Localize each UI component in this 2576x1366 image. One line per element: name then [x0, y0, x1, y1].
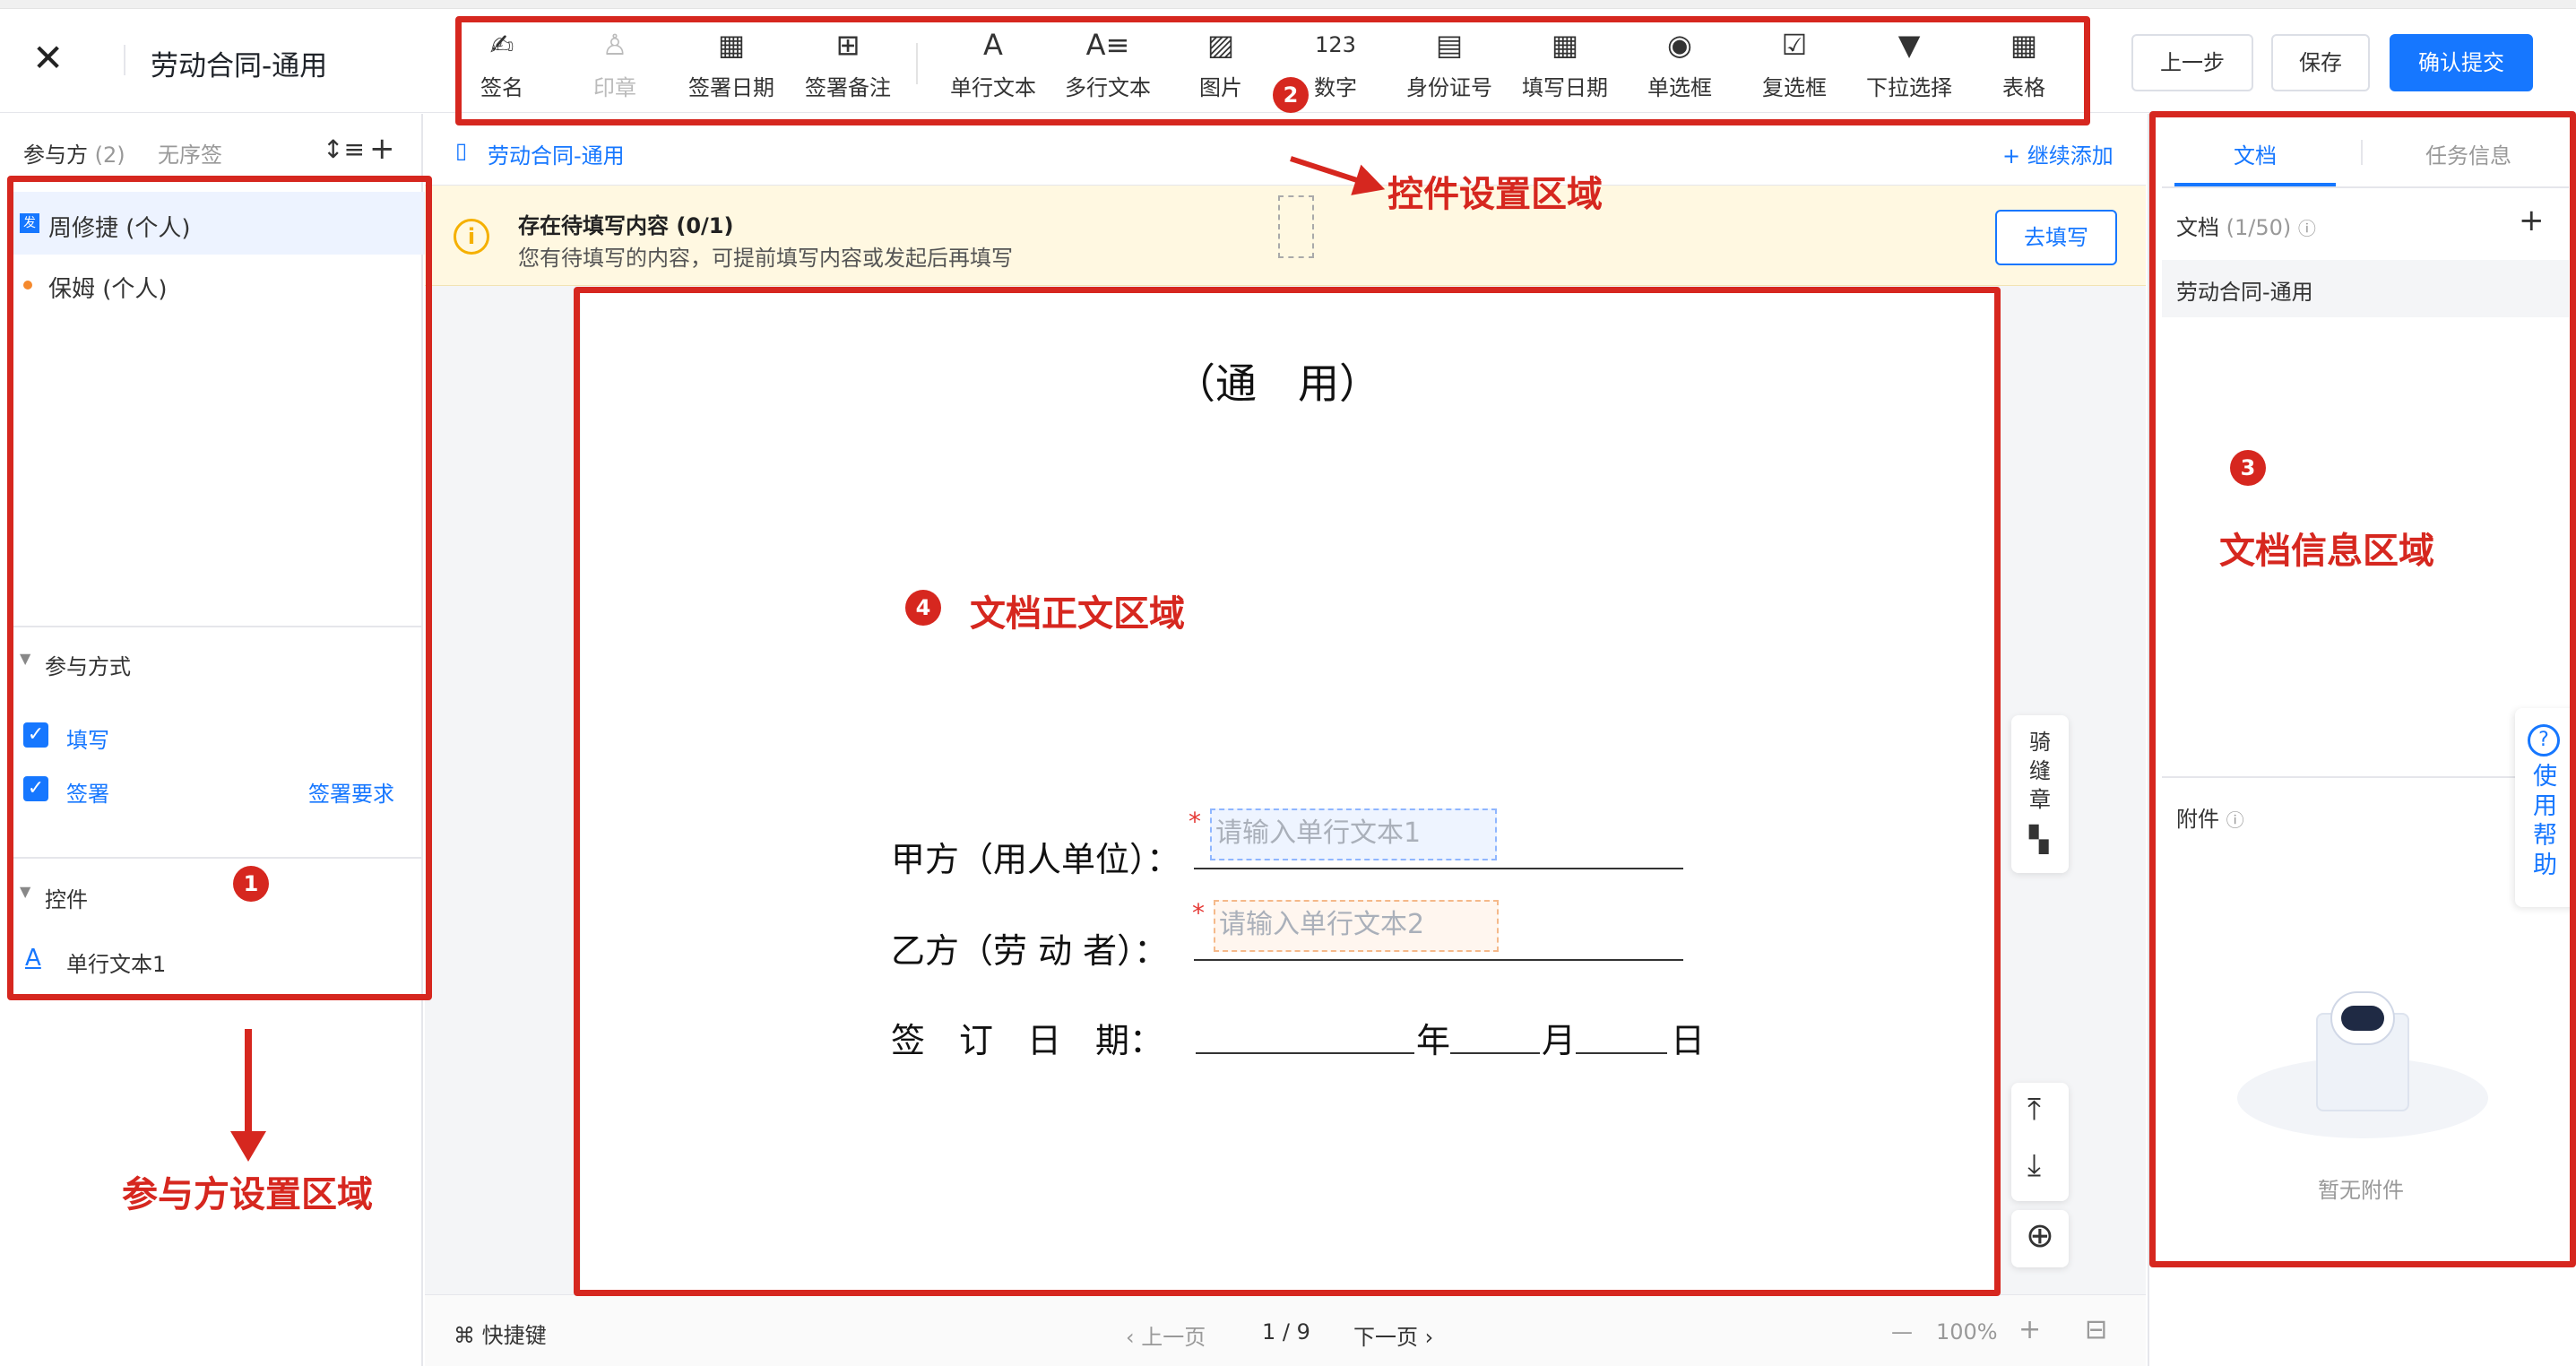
- go-fill-button[interactable]: 去填写: [1995, 210, 2117, 265]
- annotation-badge-2: 2: [1273, 77, 1309, 113]
- page-indicator: 1 / 9: [1262, 1319, 1310, 1344]
- annotation-arrow-head: [230, 1131, 266, 1162]
- control-toolbar-highlight: [455, 16, 2090, 125]
- annotation-badge-3: 3: [2230, 450, 2266, 486]
- doc-link[interactable]: 劳动合同-通用: [488, 138, 625, 169]
- control-area-label: 控件设置区域: [1387, 174, 1603, 215]
- participant-area-highlight: [7, 176, 432, 1000]
- locate-icon[interactable]: ⊕: [2026, 1215, 2054, 1255]
- add-participant-icon[interactable]: +: [369, 131, 395, 167]
- prev-page-button[interactable]: ‹ 上一页: [1126, 1319, 1206, 1351]
- submit-button[interactable]: 确认提交: [2390, 34, 2533, 91]
- docinfo-area-label: 文档信息区域: [2219, 531, 2434, 572]
- zoom-in-button[interactable]: +: [2018, 1314, 2041, 1345]
- sort-list-icon[interactable]: ↕≡: [323, 134, 365, 164]
- continue-add-link[interactable]: + 继续添加: [2002, 138, 2114, 169]
- header-divider: [124, 45, 125, 75]
- jump-bottom-icon[interactable]: ⤓: [2027, 1147, 2041, 1183]
- annotation-badge-4: 4: [905, 590, 941, 626]
- doc-body-highlight: [574, 287, 2001, 1296]
- docinfo-area-highlight: [2149, 111, 2576, 1267]
- info-icon: i: [454, 219, 489, 255]
- next-page-button[interactable]: 下一页 ›: [1353, 1319, 1433, 1351]
- no-order-label[interactable]: 无序签: [158, 137, 222, 169]
- annotation-arrow-shaft: [245, 1029, 252, 1135]
- zoom-out-button[interactable]: —: [1891, 1319, 1913, 1344]
- participant-area-label: 参与方设置区域: [122, 1174, 373, 1215]
- page-title: 劳动合同-通用: [151, 50, 328, 82]
- body-area-label: 文档正文区域: [970, 593, 1185, 635]
- seam-seal-icon[interactable]: ▚: [2029, 825, 2049, 854]
- participants-title: 参与方 (2): [23, 143, 125, 168]
- prev-step-button[interactable]: 上一步: [2131, 34, 2253, 91]
- top-strip: [0, 0, 2576, 9]
- drag-placeholder: [1278, 195, 1314, 258]
- seam-seal-label[interactable]: 骑缝章: [2029, 728, 2051, 814]
- document-icon: ▯: [455, 138, 468, 163]
- annotation-badge-1: 1: [233, 866, 269, 902]
- fit-page-icon[interactable]: ⊟: [2085, 1314, 2107, 1345]
- close-icon[interactable]: ✕: [32, 39, 64, 77]
- notice-title: 存在待填写内容 (0/1): [518, 213, 734, 238]
- save-button[interactable]: 保存: [2271, 34, 2370, 91]
- zoom-level: 100%: [1936, 1319, 1998, 1344]
- shortcut-button[interactable]: ⌘ 快捷键: [454, 1318, 547, 1349]
- notice-text: 您有待填写的内容，可提前填写内容或发起后再填写: [518, 246, 1013, 271]
- jump-top-icon[interactable]: ⤒: [2027, 1092, 2041, 1128]
